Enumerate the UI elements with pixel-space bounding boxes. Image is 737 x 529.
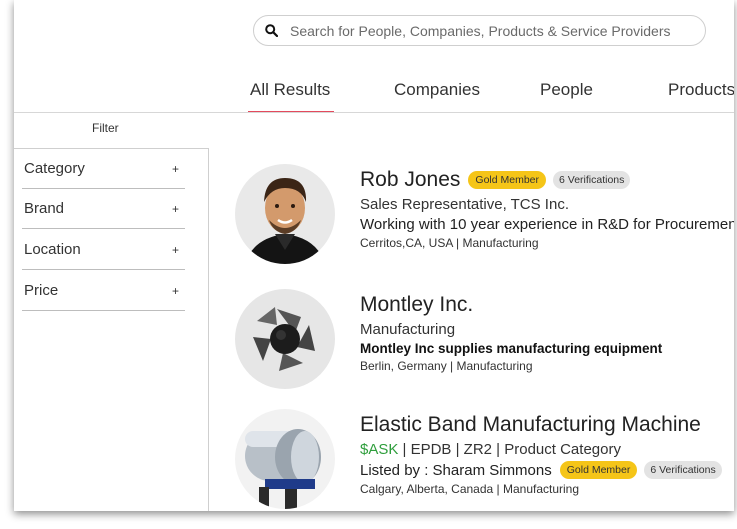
result-meta: Berlin, Germany | Manufacturing: [360, 359, 533, 373]
result-meta: Cerritos,CA, USA | Manufacturing: [360, 236, 539, 250]
result-description: Working with 10 year experience in R&D f…: [360, 216, 734, 233]
filter-label: Price: [24, 282, 59, 299]
filter-location[interactable]: Location +: [22, 230, 185, 270]
listed-by[interactable]: Listed by : Sharam Simmons: [360, 462, 552, 479]
filter-panel: Category + Brand + Location + Price +: [14, 148, 209, 511]
filter-label: Brand: [24, 200, 65, 217]
expand-icon[interactable]: +: [172, 284, 185, 298]
result-name: Rob Jones Gold Member 6 Verifications: [360, 168, 734, 192]
filter-label: Category: [24, 160, 85, 177]
expand-icon[interactable]: +: [172, 202, 185, 216]
result-subtitle: Manufacturing: [360, 321, 456, 338]
verifications-badge: 6 Verifications: [644, 461, 722, 479]
filter-label: Location: [24, 241, 81, 258]
company-logo[interactable]: [235, 289, 335, 389]
tab-all-results[interactable]: All Results: [247, 80, 335, 113]
product-details: $ASK | EPDB | ZR2 | Product Category: [360, 441, 722, 458]
filter-category[interactable]: Category +: [22, 149, 185, 189]
company-name[interactable]: Montley Inc.: [360, 293, 662, 317]
search-bar[interactable]: [253, 15, 706, 46]
tabs-divider: [14, 112, 734, 113]
avatar[interactable]: [235, 164, 335, 264]
filter-brand[interactable]: Brand +: [22, 189, 185, 229]
expand-icon[interactable]: +: [172, 243, 185, 257]
price: $ASK: [360, 441, 399, 458]
verifications-badge: 6 Verifications: [553, 171, 631, 189]
tab-people[interactable]: People: [540, 80, 593, 100]
result-description: Montley Inc supplies manufacturing equip…: [360, 341, 663, 356]
search-input[interactable]: [288, 21, 705, 40]
product-name[interactable]: Elastic Band Manufacturing Machine: [360, 413, 722, 437]
person-name[interactable]: Rob Jones: [360, 168, 460, 192]
listed-by-row: Listed by : Sharam Simmons Gold Member 6…: [360, 461, 722, 479]
search-icon[interactable]: [265, 24, 279, 38]
product-image[interactable]: [235, 409, 335, 509]
tab-products[interactable]: Products: [668, 80, 734, 100]
result-info: Montley Inc. Manufacturing Montley Inc s…: [360, 293, 662, 373]
results-tabs: All Results Companies People Products: [240, 80, 734, 113]
product-specs: | EPDB | ZR2 | Product Category: [398, 441, 621, 458]
gold-member-badge: Gold Member: [559, 461, 638, 479]
expand-icon[interactable]: +: [172, 162, 185, 176]
result-meta: Calgary, Alberta, Canada | Manufacturing: [360, 482, 580, 496]
result-subtitle: Sales Representative, TCS Inc.: [360, 196, 569, 213]
filter-price[interactable]: Price +: [22, 271, 185, 311]
result-info: Elastic Band Manufacturing Machine $ASK …: [360, 413, 722, 496]
result-info: Rob Jones Gold Member 6 Verifications Sa…: [360, 168, 734, 250]
filter-title: Filter: [92, 121, 119, 135]
app-frame: All Results Companies People Products Fi…: [14, 0, 734, 511]
gold-member-badge: Gold Member: [468, 171, 547, 189]
tab-companies[interactable]: Companies: [394, 80, 480, 100]
